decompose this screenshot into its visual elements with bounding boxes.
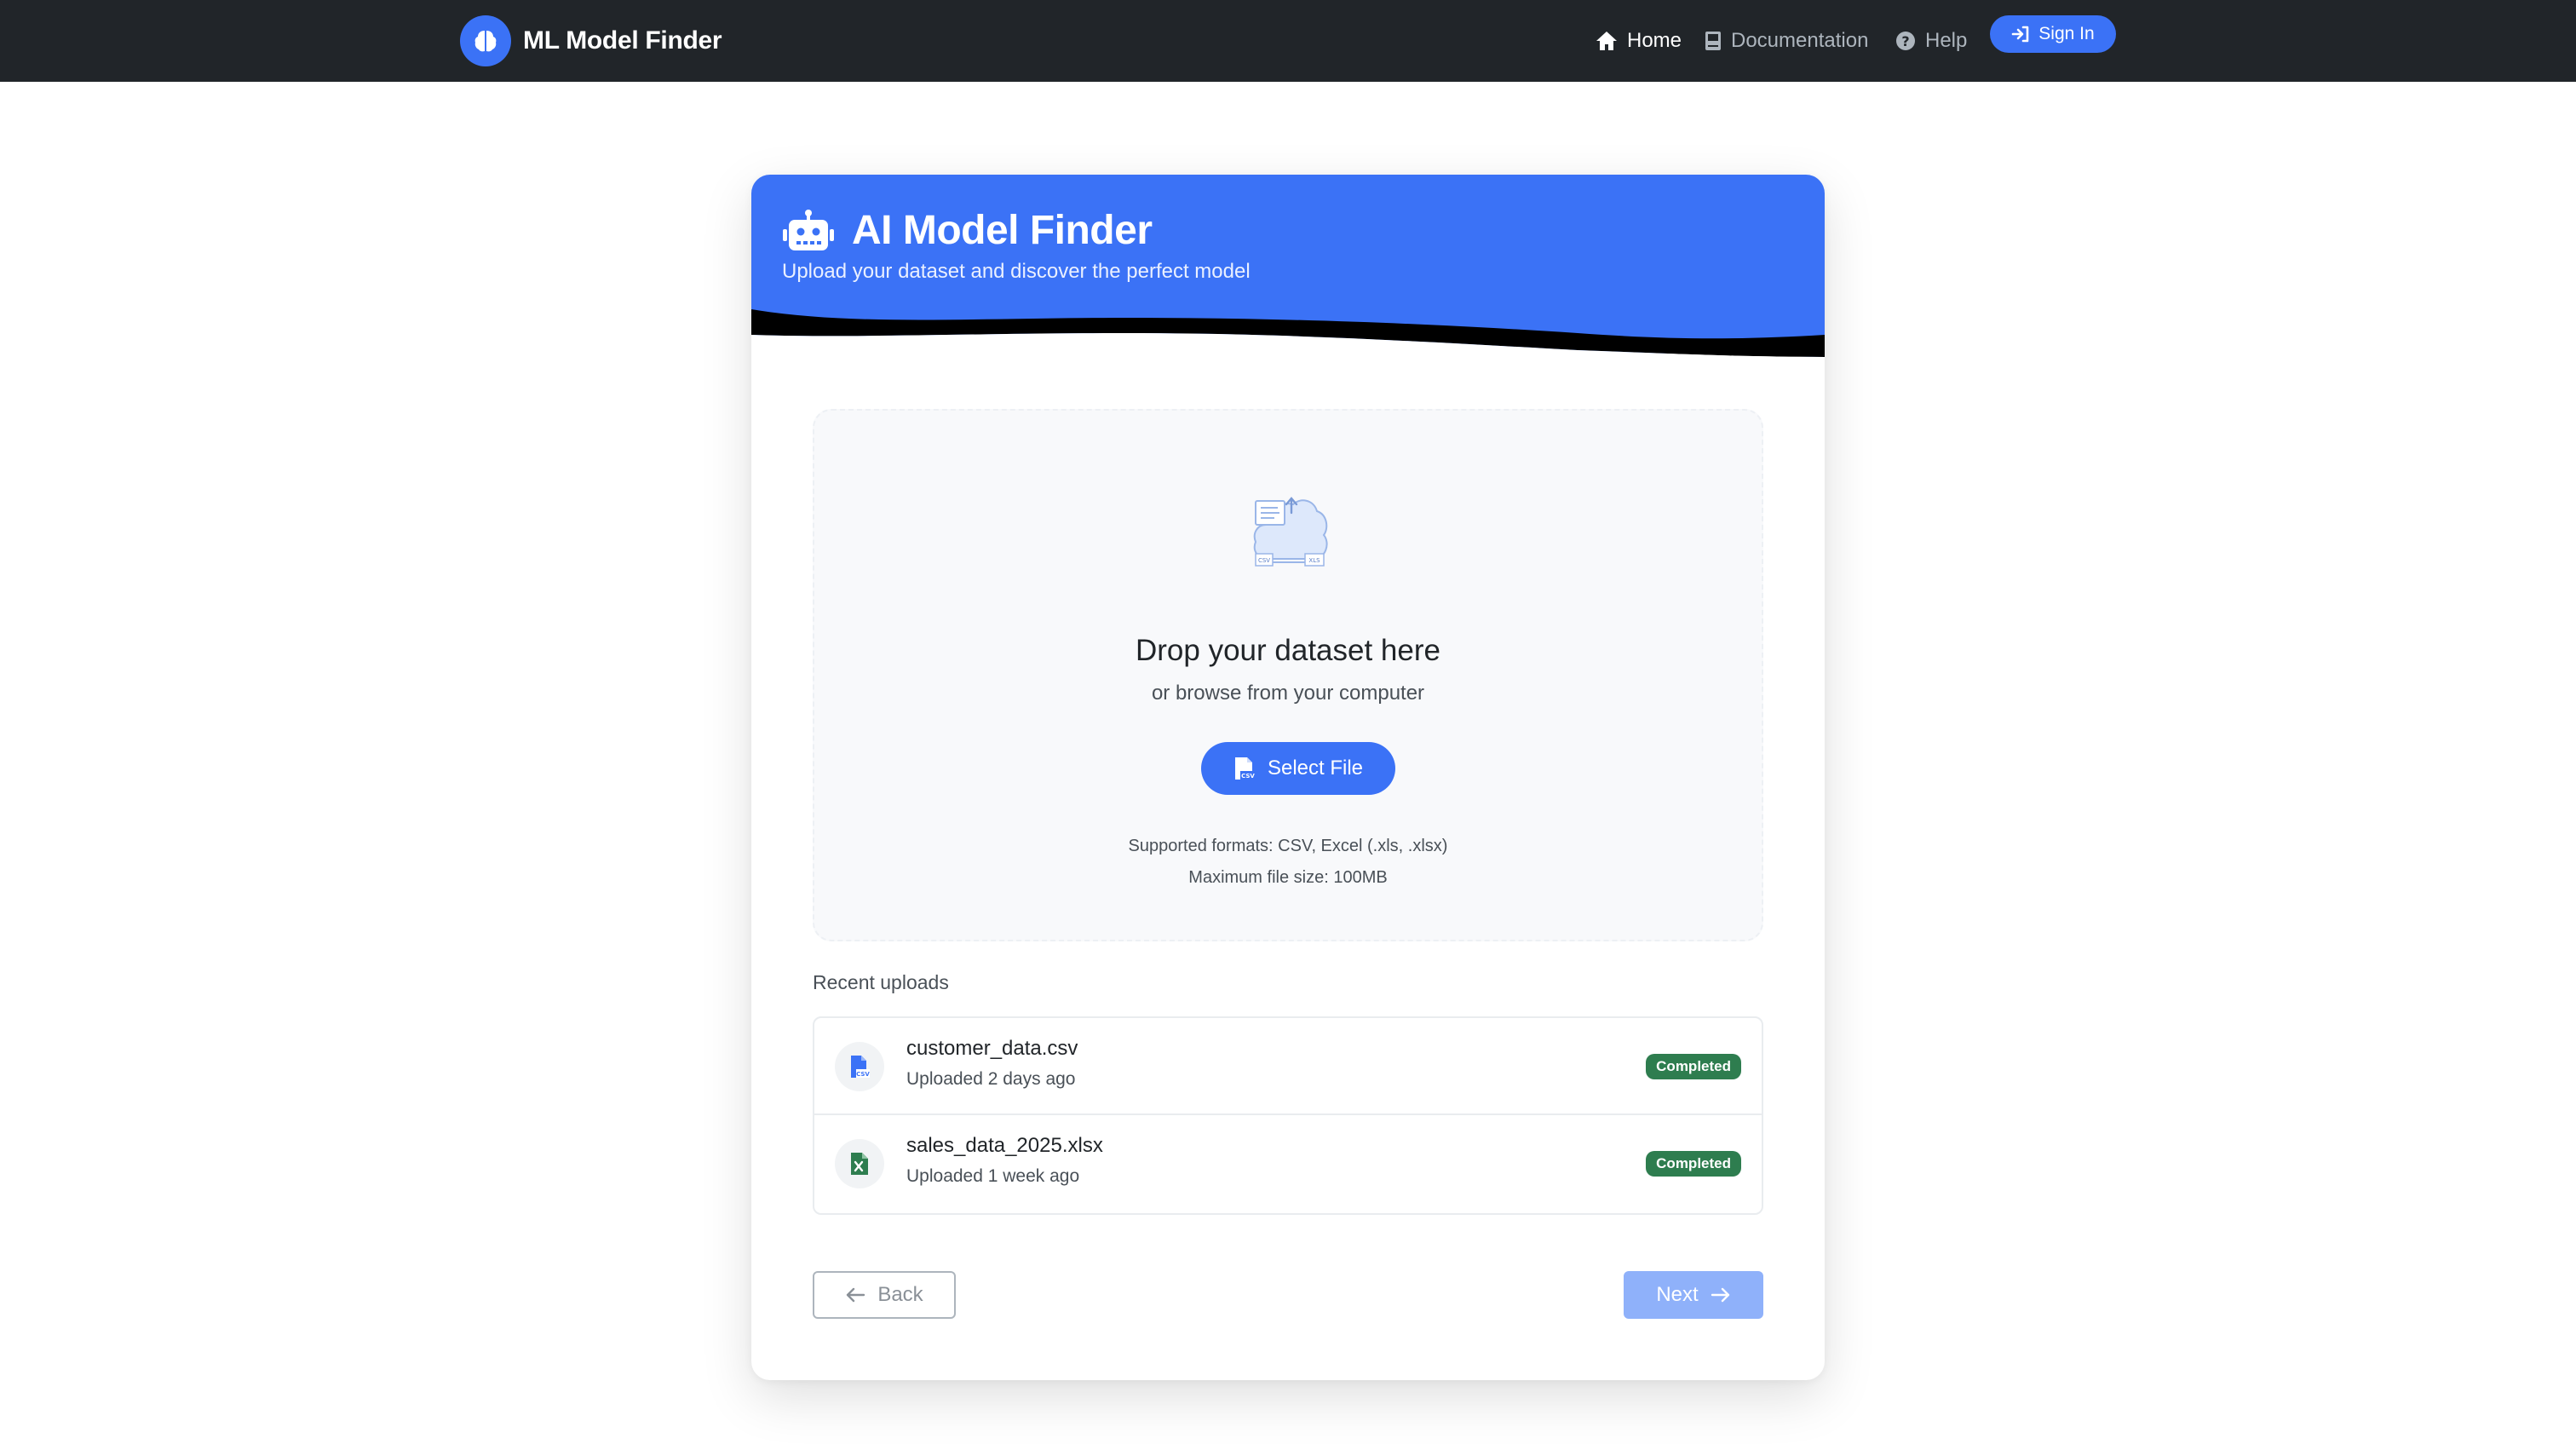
back-label: Back <box>877 1283 923 1306</box>
file-dropzone[interactable]: CSV XLS Drop your dataset here or browse… <box>813 409 1763 941</box>
brand-link[interactable]: ML Model Finder <box>460 15 722 66</box>
dropzone-subtitle: or browse from your computer <box>1151 682 1425 705</box>
excel-file-icon <box>835 1139 884 1188</box>
select-file-button[interactable]: CSV Select File <box>1201 742 1395 795</box>
nav-home[interactable]: Home <box>1595 26 1682 56</box>
card-header: AI Model Finder Upload your dataset and … <box>751 175 1825 357</box>
svg-text:?: ? <box>1901 33 1909 49</box>
top-navbar: ML Model Finder Home Documentation ? Hel… <box>0 0 2576 82</box>
csv-file-icon: CSV <box>835 1042 884 1091</box>
card-title-row: AI Model Finder <box>782 207 1153 254</box>
svg-text:CSV: CSV <box>1241 773 1255 780</box>
cloud-upload-illustration-icon: CSV XLS <box>1253 497 1328 567</box>
nav-help-label: Help <box>1925 29 1968 52</box>
card-subtitle: Upload your dataset and discover the per… <box>782 260 1251 283</box>
supported-formats-text: Supported formats: CSV, Excel (.xls, .xl… <box>1128 837 1448 855</box>
card-title: AI Model Finder <box>852 208 1153 253</box>
nav-documentation-label: Documentation <box>1731 29 1869 52</box>
file-upload-time: Uploaded 1 week ago <box>906 1166 1080 1186</box>
nav-home-label: Home <box>1627 29 1682 52</box>
question-circle-icon: ? <box>1896 32 1915 50</box>
home-icon <box>1596 32 1617 50</box>
sign-in-icon <box>2011 26 2029 43</box>
file-name: sales_data_2025.xlsx <box>906 1134 1103 1157</box>
nav-help[interactable]: ? Help <box>1895 26 1967 56</box>
next-button[interactable]: Next <box>1624 1271 1763 1319</box>
recent-upload-item[interactable]: CSV customer_data.csv Uploaded 2 days ag… <box>814 1018 1762 1115</box>
status-badge: Completed <box>1646 1151 1741 1177</box>
file-upload-time: Uploaded 2 days ago <box>906 1069 1076 1089</box>
max-file-size-text: Maximum file size: 100MB <box>1188 868 1388 887</box>
back-button[interactable]: Back <box>813 1271 956 1319</box>
sign-in-button[interactable]: Sign In <box>1990 15 2116 53</box>
illustration-csv-label: CSV <box>1258 557 1270 564</box>
dropzone-title: Drop your dataset here <box>1136 634 1440 667</box>
illustration-xls-label: XLS <box>1308 557 1320 564</box>
model-finder-card: AI Model Finder Upload your dataset and … <box>751 175 1825 1380</box>
brand-name: ML Model Finder <box>523 26 722 55</box>
status-badge: Completed <box>1646 1054 1741 1079</box>
recent-upload-item[interactable]: sales_data_2025.xlsx Uploaded 1 week ago… <box>814 1115 1762 1212</box>
arrow-left-icon <box>847 1287 865 1303</box>
nav-documentation[interactable]: Documentation <box>1704 26 1868 56</box>
sign-in-label: Sign In <box>2038 24 2095 43</box>
next-label: Next <box>1656 1283 1699 1306</box>
book-icon <box>1705 32 1721 50</box>
file-name: customer_data.csv <box>906 1037 1078 1060</box>
svg-text:CSV: CSV <box>856 1071 870 1078</box>
select-file-label: Select File <box>1267 757 1364 780</box>
robot-icon <box>783 209 834 250</box>
csv-file-icon: CSV <box>1234 757 1256 780</box>
brain-icon <box>460 15 511 66</box>
recent-uploads-list: CSV customer_data.csv Uploaded 2 days ag… <box>813 1016 1763 1215</box>
header-wave-divider <box>751 302 1825 357</box>
recent-uploads-heading: Recent uploads <box>813 971 949 993</box>
arrow-right-icon <box>1711 1287 1729 1303</box>
